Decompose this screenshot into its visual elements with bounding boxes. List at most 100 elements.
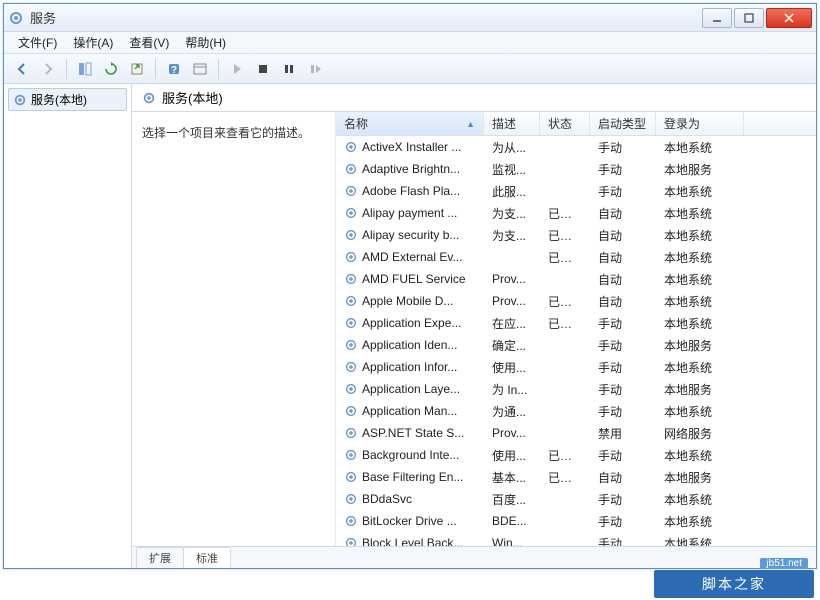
cell-name: BitLocker Drive ... xyxy=(336,514,484,528)
watermark-main: 脚本之家 xyxy=(702,574,766,594)
export-button[interactable] xyxy=(125,57,149,81)
cell-name: Alipay security b... xyxy=(336,228,484,242)
cell-name: ASP.NET State S... xyxy=(336,426,484,440)
gear-icon xyxy=(344,360,358,374)
cell-description: 使用... xyxy=(484,359,540,376)
service-row[interactable]: Application Laye...为 In...手动本地服务 xyxy=(336,378,816,400)
description-prompt: 选择一个项目来查看它的描述。 xyxy=(142,126,310,140)
cell-logon: 本地系统 xyxy=(656,359,744,376)
show-hide-tree-button[interactable] xyxy=(73,57,97,81)
gear-icon xyxy=(344,448,358,462)
cell-startup: 自动 xyxy=(590,205,656,222)
service-row[interactable]: Apple Mobile D...Prov...已启动自动本地系统 xyxy=(336,290,816,312)
cell-logon: 本地系统 xyxy=(656,249,744,266)
cell-startup: 自动 xyxy=(590,293,656,310)
watermark-sub: jb51.net xyxy=(760,558,808,569)
details-pane: 服务(本地) 选择一个项目来查看它的描述。 名称▲ 描述 状态 启动类型 登录为… xyxy=(132,84,816,568)
cell-logon: 本地服务 xyxy=(656,337,744,354)
column-name[interactable]: 名称▲ xyxy=(336,112,484,135)
maximize-button[interactable] xyxy=(734,8,764,28)
cell-startup: 手动 xyxy=(590,491,656,508)
properties-button[interactable] xyxy=(188,57,212,81)
cell-startup: 手动 xyxy=(590,161,656,178)
tab-extended[interactable]: 扩展 xyxy=(136,547,184,568)
cell-description: 确定... xyxy=(484,337,540,354)
service-row[interactable]: Alipay payment ...为支...已启动自动本地系统 xyxy=(336,202,816,224)
refresh-button[interactable] xyxy=(99,57,123,81)
cell-logon: 本地系统 xyxy=(656,227,744,244)
service-row[interactable]: BitLocker Drive ...BDE...手动本地系统 xyxy=(336,510,816,532)
pause-service-button[interactable] xyxy=(277,57,301,81)
service-row[interactable]: Base Filtering En...基本...已启动自动本地服务 xyxy=(336,466,816,488)
service-row[interactable]: Application Expe...在应...已启动手动本地系统 xyxy=(336,312,816,334)
cell-name: Application Man... xyxy=(336,404,484,418)
menu-file[interactable]: 文件(F) xyxy=(10,32,65,53)
cell-description: BDE... xyxy=(484,514,540,528)
column-description[interactable]: 描述 xyxy=(484,112,540,135)
stop-service-button[interactable] xyxy=(251,57,275,81)
tree-root-label: 服务(本地) xyxy=(31,91,87,108)
menubar: 文件(F) 操作(A) 查看(V) 帮助(H) xyxy=(4,32,816,54)
cell-logon: 本地系统 xyxy=(656,491,744,508)
gear-icon xyxy=(344,162,358,176)
service-row[interactable]: BDdaSvc百度...手动本地系统 xyxy=(336,488,816,510)
service-row[interactable]: Alipay security b...为支...已启动自动本地系统 xyxy=(336,224,816,246)
gear-icon xyxy=(344,338,358,352)
column-headers: 名称▲ 描述 状态 启动类型 登录为 xyxy=(336,112,816,136)
start-service-button[interactable] xyxy=(225,57,249,81)
cell-description: Prov... xyxy=(484,426,540,440)
watermark: jb51.net 脚本之家 xyxy=(654,570,814,598)
gear-icon xyxy=(142,91,156,105)
services-app-icon xyxy=(8,10,24,26)
close-button[interactable] xyxy=(766,8,812,28)
service-row[interactable]: AMD FUEL ServiceProv...自动本地系统 xyxy=(336,268,816,290)
gear-icon xyxy=(344,206,358,220)
back-button[interactable] xyxy=(10,57,34,81)
cell-name: Adaptive Brightn... xyxy=(336,162,484,176)
cell-name: Alipay payment ... xyxy=(336,206,484,220)
service-row[interactable]: Application Infor...使用...手动本地系统 xyxy=(336,356,816,378)
help-button[interactable]: ? xyxy=(162,57,186,81)
svg-text:?: ? xyxy=(171,65,177,76)
cell-startup: 手动 xyxy=(590,447,656,464)
menu-action[interactable]: 操作(A) xyxy=(65,32,121,53)
column-startup-type[interactable]: 启动类型 xyxy=(590,112,656,135)
gear-icon xyxy=(344,492,358,506)
service-row[interactable]: Block Level Back...Win...手动本地系统 xyxy=(336,532,816,546)
cell-startup: 手动 xyxy=(590,513,656,530)
cell-status: 已启动 xyxy=(540,315,590,332)
cell-startup: 手动 xyxy=(590,403,656,420)
service-row[interactable]: Background Inte...使用...已启动手动本地系统 xyxy=(336,444,816,466)
toolbar-separator xyxy=(66,59,67,79)
cell-startup: 自动 xyxy=(590,469,656,486)
service-row[interactable]: AMD External Ev...已启动自动本地系统 xyxy=(336,246,816,268)
cell-name: Application Laye... xyxy=(336,382,484,396)
service-row[interactable]: Adobe Flash Pla...此服...手动本地系统 xyxy=(336,180,816,202)
forward-button[interactable] xyxy=(36,57,60,81)
service-row[interactable]: ASP.NET State S...Prov...禁用网络服务 xyxy=(336,422,816,444)
cell-startup: 手动 xyxy=(590,315,656,332)
tab-standard[interactable]: 标准 xyxy=(183,547,231,568)
service-row[interactable]: Application Man...为通...手动本地系统 xyxy=(336,400,816,422)
service-list: 名称▲ 描述 状态 启动类型 登录为 ActiveX Installer ...… xyxy=(336,112,816,546)
service-row[interactable]: ActiveX Installer ...为从...手动本地系统 xyxy=(336,136,816,158)
cell-name: Block Level Back... xyxy=(336,536,484,546)
titlebar[interactable]: 服务 ··· xyxy=(4,4,816,32)
services-window: 服务 ··· 文件(F) 操作(A) 查看(V) 帮助(H) ? xyxy=(3,3,817,569)
details-header: 服务(本地) xyxy=(132,84,816,112)
service-row[interactable]: Adaptive Brightn...监视...手动本地服务 xyxy=(336,158,816,180)
cell-startup: 自动 xyxy=(590,249,656,266)
cell-description: Prov... xyxy=(484,294,540,308)
cell-startup: 手动 xyxy=(590,139,656,156)
service-row[interactable]: Application Iden...确定...手动本地服务 xyxy=(336,334,816,356)
service-rows[interactable]: ActiveX Installer ...为从...手动本地系统Adaptive… xyxy=(336,136,816,546)
column-logon-as[interactable]: 登录为 xyxy=(656,112,744,135)
tree-root-services-local[interactable]: 服务(本地) xyxy=(8,88,127,111)
restart-service-button[interactable] xyxy=(303,57,327,81)
column-status[interactable]: 状态 xyxy=(540,112,590,135)
cell-startup: 手动 xyxy=(590,359,656,376)
menu-help[interactable]: 帮助(H) xyxy=(177,32,234,53)
minimize-button[interactable] xyxy=(702,8,732,28)
cell-startup: 手动 xyxy=(590,337,656,354)
menu-view[interactable]: 查看(V) xyxy=(121,32,177,53)
